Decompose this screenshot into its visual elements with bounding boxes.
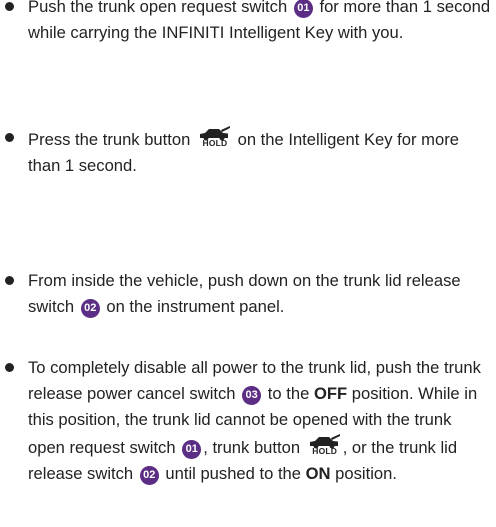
- switch-number-badge: 02: [139, 466, 159, 485]
- bullet-text: , trunk button: [203, 438, 301, 457]
- bullet-text: Push the trunk open request switch: [28, 0, 288, 16]
- switch-number-badge: 01: [293, 0, 313, 18]
- bullet-text: until pushed to the: [165, 464, 302, 483]
- bullet-item-trunk-lid-release: From inside the vehicle, push down on th…: [0, 268, 496, 320]
- bullet-dot-icon: [5, 276, 14, 285]
- off-label: OFF: [313, 384, 348, 403]
- bullet-text: Press the trunk button: [28, 130, 191, 149]
- bullet-dot-icon: [5, 363, 14, 372]
- bullet-text: on the instrument panel.: [106, 297, 285, 316]
- bullet-text: to the: [267, 384, 310, 403]
- on-label: ON: [305, 464, 331, 483]
- car-trunk-icon: HOLD: [197, 125, 231, 151]
- hold-label: HOLD: [202, 138, 228, 148]
- car-trunk-icon: HOLD: [307, 433, 341, 459]
- bullet-dot-icon: [5, 133, 14, 142]
- bullet-item-power-cancel: To completely disable all power to the t…: [0, 355, 496, 487]
- switch-number-badge: 01: [182, 440, 202, 459]
- bullet-item-trunk-open-request: Push the trunk open request switch 01 fo…: [0, 0, 496, 46]
- bullet-dot-icon: [5, 2, 14, 11]
- bullet-text: position.: [335, 464, 397, 483]
- switch-number-badge: 03: [242, 386, 262, 405]
- bullet-item-intelligent-key: Press the trunk button HOLD on the Intel…: [0, 125, 496, 179]
- hold-label: HOLD: [312, 446, 338, 456]
- switch-number-badge: 02: [80, 299, 100, 318]
